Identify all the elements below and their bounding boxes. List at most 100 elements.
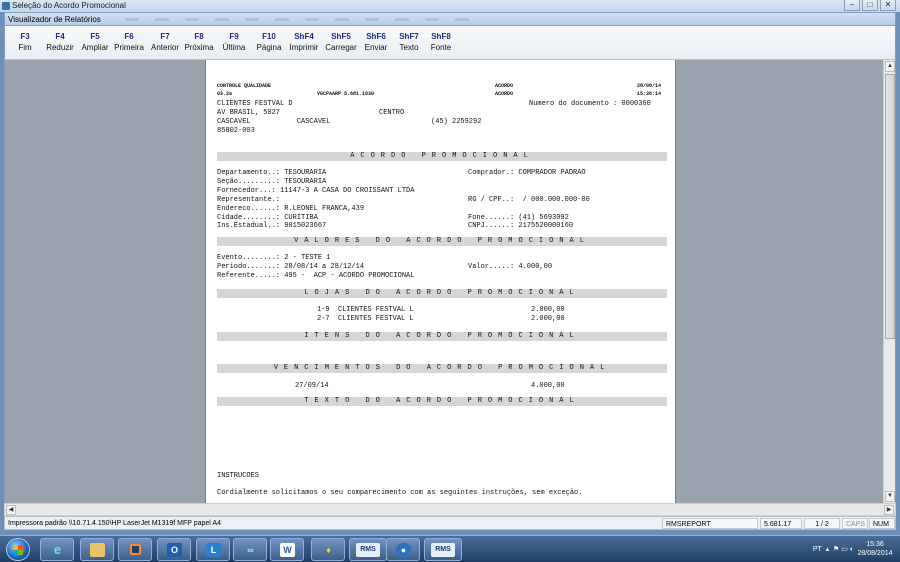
section-acordo: ACORDO PROMOCIONAL (217, 152, 667, 161)
cashier-icon[interactable]: ♦ (311, 538, 345, 561)
tb-proxima-button[interactable]: F8 Próxima (181, 31, 217, 53)
tb-ampliar-button[interactable]: F5 Ampliar (77, 31, 113, 53)
ie-icon[interactable]: e (40, 538, 74, 561)
scroll-left-icon[interactable]: ◀ (6, 505, 16, 515)
company-cep: 85802-003 (217, 127, 255, 135)
field-evento: Evento........: 2 - TESTE 1 (217, 254, 331, 262)
field-fone: Fone......: (41) 5693092 (468, 214, 569, 222)
field-cnpj: CNPJ......: 2175520000160 (468, 222, 574, 230)
tb-label: Fim (18, 43, 32, 52)
report-version: 5.681.17 (760, 518, 802, 529)
field-referente: Referente.....: 495 - ACP - ACORDO PROMO… (217, 272, 415, 280)
clock-date: 28/08/2014 (857, 550, 893, 557)
tb-primeira-button[interactable]: F6 Primeira (111, 31, 147, 53)
tb-key: F4 (55, 32, 65, 41)
clock-time: 15:36 (866, 541, 884, 548)
close-icon[interactable]: ✕ (880, 0, 896, 11)
report-time: 15:36:14 (637, 91, 662, 97)
taskbar-clock[interactable]: 15:36 28/08/2014 (856, 540, 894, 558)
status-bar: Impressora padrão \\10.71.4.150\HP Laser… (4, 516, 896, 530)
tb-pagina-button[interactable]: F10 Página (251, 31, 287, 53)
tb-label: Enviar (364, 43, 388, 52)
scroll-right-icon[interactable]: ▶ (884, 505, 894, 515)
tb-label: Última (222, 43, 246, 52)
outlook-icon[interactable]: O (157, 538, 191, 561)
company-name: CLIENTES FESTVAL D (217, 100, 293, 108)
media-icon[interactable] (118, 538, 152, 561)
tb-key: F3 (20, 32, 30, 41)
instrucoes-heading: INSTRUCOES (217, 472, 260, 480)
horizontal-scrollbar[interactable]: ◀ ▶ (4, 503, 896, 516)
company-district: CENTRO (379, 109, 405, 117)
scroll-thumb[interactable] (885, 74, 895, 339)
rms-icon[interactable]: RMS (349, 538, 387, 561)
tb-label: Ampliar (81, 43, 109, 52)
tb-reduzir-button[interactable]: F4 Reduzir (42, 31, 78, 53)
viewer-title-bar: Visualizador de Relatórios (4, 12, 896, 26)
start-button[interactable] (6, 538, 30, 561)
doc-number: Numero do documento : 0000360 (529, 100, 651, 108)
page-indicator: 1 / 2 (804, 518, 840, 529)
tb-key: F6 (124, 32, 134, 41)
rms-icon[interactable]: RMS (424, 538, 462, 561)
tb-key: F10 (262, 32, 276, 41)
title-decoration (125, 18, 485, 21)
tb-label: Carregar (325, 43, 357, 52)
tb-key: F7 (160, 32, 170, 41)
vertical-scrollbar[interactable]: ▲ ▼ (883, 60, 895, 503)
section-itens: ITENS DO ACORDO PROMOCIONAL (217, 332, 667, 341)
tb-enviar-button[interactable]: ShF6 Enviar (358, 31, 394, 53)
report-head-left-2: 03.2a (217, 91, 233, 97)
field-valor: Valor.....: 4.000,00 (468, 263, 553, 271)
taskbar: e O L ∞ W ♦ RMS ● RMS PT ▴ ⚑ ▭ ◐ 15:36 2… (0, 535, 900, 562)
report-head-mid: VGCPAARP 5.681.1030 (317, 91, 375, 97)
company-phone: (45) 2259292 (431, 118, 482, 126)
tb-fim-button[interactable]: F3 Fim (7, 31, 43, 53)
field-representante: Representante.: (217, 196, 281, 204)
rms-label: RMS (431, 543, 455, 557)
rms-label: RMS (356, 543, 380, 557)
tb-imprimir-button[interactable]: ShF4 Imprimir (286, 31, 322, 53)
explorer-icon[interactable] (80, 538, 114, 561)
field-secao: Seção.........: TESOURARIA (217, 178, 327, 186)
language-indicator: PT (812, 546, 822, 553)
scroll-down-icon[interactable]: ▼ (885, 491, 895, 502)
tb-texto-button[interactable]: ShF7 Texto (391, 31, 427, 53)
tb-fonte-button[interactable]: ShF8 Fonte (423, 31, 459, 53)
tb-ultima-button[interactable]: F9 Última (216, 31, 252, 53)
tb-anterior-button[interactable]: F7 Anterior (147, 31, 183, 53)
tb-key: ShF8 (431, 32, 451, 41)
hub-icon[interactable]: ∞ (233, 538, 267, 561)
company-address: AV BRASIL, 5027 (217, 109, 281, 117)
report-page: CONTROLE QUALIDADE 03.2a VGCPAARP 5.681.… (205, 60, 676, 503)
tb-key: F8 (194, 32, 204, 41)
tb-key: ShF5 (331, 32, 351, 41)
browser-icon[interactable]: ● (386, 538, 420, 561)
maximize-icon[interactable]: □ (862, 0, 878, 11)
viewer-title: Visualizador de Relatórios (8, 15, 101, 24)
report-view[interactable]: CONTROLE QUALIDADE 03.2a VGCPAARP 5.681.… (4, 60, 896, 503)
section-texto: TEXTO DO ACORDO PROMOCIONAL (217, 397, 667, 406)
loja-row-value: 2.000,00 (531, 315, 565, 323)
tb-label: Reduzir (46, 43, 74, 52)
minimize-icon[interactable]: – (844, 0, 860, 11)
tb-key: F9 (229, 32, 239, 41)
outer-title-bar: Seleção do Acordo Promocional – □ ✕ (0, 0, 900, 12)
scroll-up-icon[interactable]: ▲ (885, 61, 895, 72)
report-head-left-1: CONTROLE QUALIDADE (217, 83, 272, 89)
printer-info: Impressora padrão \\10.71.4.150\HP Laser… (8, 520, 221, 527)
section-vencimentos: VENCIMENTOS DO ACORDO PROMOCIONAL (217, 364, 667, 373)
tb-carregar-button[interactable]: ShF5 Carregar (323, 31, 359, 53)
tb-label: Anterior (150, 43, 179, 52)
lync-icon[interactable]: L (196, 538, 230, 561)
word-icon[interactable]: W (270, 538, 304, 561)
tb-label: Primeira (114, 43, 144, 52)
tb-label: Imprimir (289, 43, 319, 52)
tray-language[interactable]: PT ▴ ⚑ ▭ ◐ (813, 545, 854, 553)
report-head-right-2: ACORDO (495, 91, 514, 97)
loja-row-name: 1-9 CLIENTES FESTVAL L (317, 306, 414, 314)
tb-label: Fonte (430, 43, 452, 52)
section-lojas: LOJAS DO ACORDO PROMOCIONAL (217, 289, 667, 298)
window-controls: – □ ✕ (844, 0, 896, 12)
company-city: CASCAVEL CASCAVEL (217, 118, 331, 126)
